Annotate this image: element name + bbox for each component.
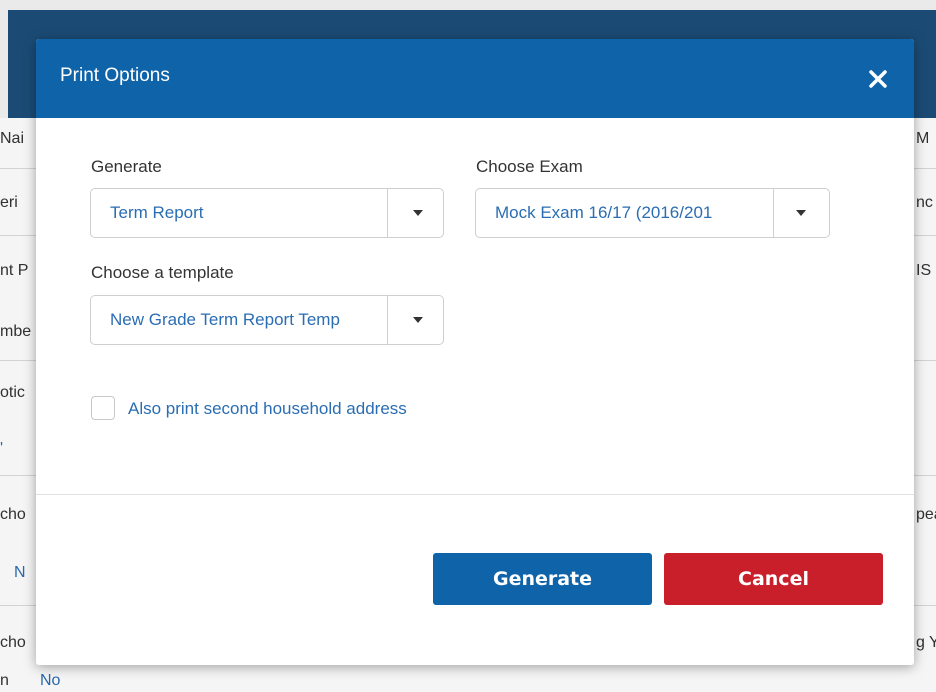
select-divider (773, 189, 774, 237)
generate-select-value: Term Report (110, 203, 204, 222)
dialog-title: Print Options (60, 65, 170, 86)
select-divider (387, 296, 388, 344)
print-options-dialog: Print Options Generate Term Report Choos… (36, 39, 914, 665)
choose-exam-select-value: Mock Exam 16/17 (2016/201 (495, 203, 713, 222)
close-icon[interactable] (864, 65, 892, 93)
footer-divider (36, 494, 914, 495)
chevron-down-icon[interactable] (796, 210, 806, 216)
generate-select[interactable]: Term Report (90, 188, 444, 238)
second-address-checkbox[interactable] (91, 396, 115, 420)
second-address-checkbox-label[interactable]: Also print second household address (128, 399, 407, 419)
cancel-button[interactable]: Cancel (664, 553, 883, 605)
template-select-value: New Grade Term Report Temp (110, 310, 340, 329)
template-select[interactable]: New Grade Term Report Temp (90, 295, 444, 345)
generate-label: Generate (91, 157, 162, 176)
dialog-header: Print Options (36, 39, 914, 118)
template-label: Choose a template (91, 263, 234, 282)
chevron-down-icon[interactable] (413, 210, 423, 216)
generate-button[interactable]: Generate (433, 553, 652, 605)
choose-exam-label: Choose Exam (476, 157, 583, 176)
select-divider (387, 189, 388, 237)
choose-exam-select[interactable]: Mock Exam 16/17 (2016/201 (475, 188, 830, 238)
chevron-down-icon[interactable] (413, 317, 423, 323)
